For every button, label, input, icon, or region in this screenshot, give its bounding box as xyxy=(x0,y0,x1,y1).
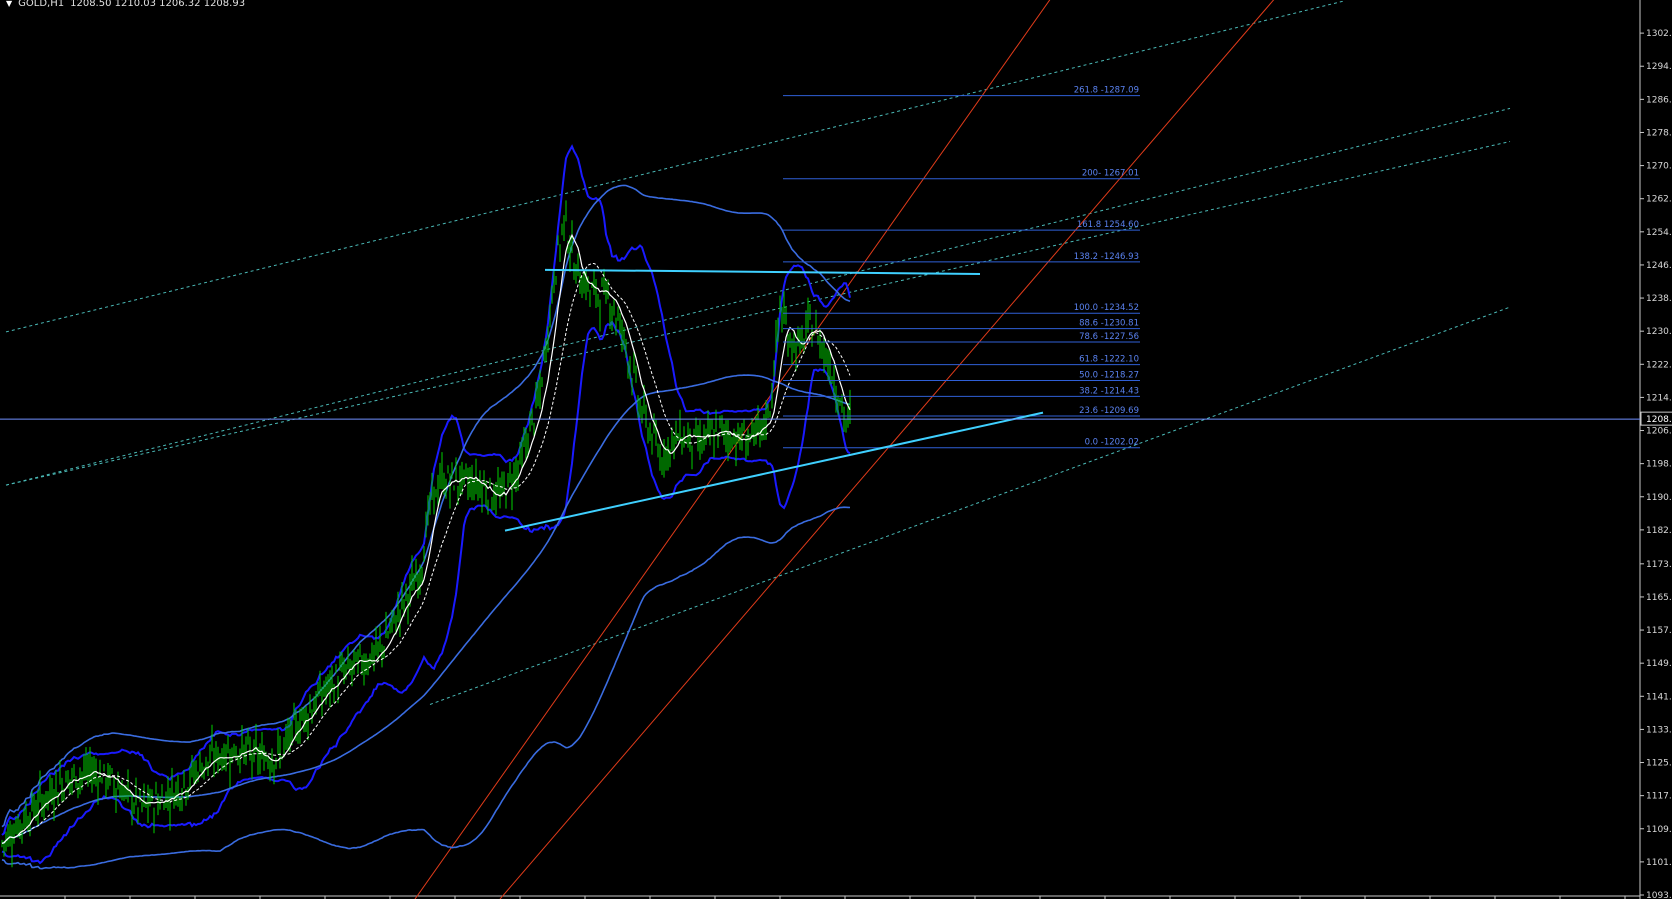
price-tick-label: 1190.18 xyxy=(1646,493,1672,503)
price-tick-label: 1182.18 xyxy=(1646,526,1672,536)
price-tick-label: 1294.18 xyxy=(1646,62,1672,72)
price-tick-label: 1149.98 xyxy=(1646,659,1672,669)
price-tick-label: 1254.18 xyxy=(1646,228,1672,238)
fib-level-label: 38.2 -1214.43 xyxy=(1079,386,1139,396)
price-tick-label: 1141.98 xyxy=(1646,692,1672,702)
price-tick-label: 1206.18 xyxy=(1646,427,1672,437)
fib-level-label: 138.2 -1246.93 xyxy=(1074,252,1139,262)
chart-header: ▼ GOLD,H1 1208.50 1210.03 1206.32 1208.9… xyxy=(6,0,245,9)
current-price-label: 1208.93 xyxy=(1646,415,1672,425)
fib-level-label: 50.0 -1218.27 xyxy=(1079,370,1139,380)
price-tick-label: 1157.98 xyxy=(1646,626,1672,636)
price-tick-label: 1230.18 xyxy=(1646,327,1672,337)
price-tick-label: 1125.98 xyxy=(1646,759,1672,769)
price-tick-label: 1133.98 xyxy=(1646,725,1672,735)
price-tick-label: 1270.18 xyxy=(1646,162,1672,172)
price-chart[interactable]: 261.8 -1287.09 200- 1267.01 161.8 1254.60 1… xyxy=(0,0,1672,899)
price-tick-label: 1238.18 xyxy=(1646,294,1672,304)
price-tick-label: 1109.98 xyxy=(1646,825,1672,835)
fib-level-label: 200- 1267.01 xyxy=(1082,169,1139,179)
price-tick-label: 1101.98 xyxy=(1646,858,1672,868)
fib-level-label: 23.6 -1209.69 xyxy=(1079,406,1139,416)
fib-level-label: 61.8 -1222.10 xyxy=(1079,355,1139,365)
fib-level-label: 0.0 -1202.02 xyxy=(1085,438,1139,448)
ohlc-readout: 1208.50 1210.03 1206.32 1208.93 xyxy=(70,0,246,9)
fib-level-label: 100.0 -1234.52 xyxy=(1074,303,1139,313)
price-tick-label: 1262.18 xyxy=(1646,195,1672,205)
fib-level-label: 261.8 -1287.09 xyxy=(1074,86,1139,96)
price-tick-label: 1278.18 xyxy=(1646,128,1672,138)
price-tick-label: 1173.98 xyxy=(1646,560,1672,570)
price-tick-label: 1302.18 xyxy=(1646,29,1672,39)
price-tick-label: 1222.18 xyxy=(1646,360,1672,370)
fib-level-label: 88.6 -1230.81 xyxy=(1079,319,1139,329)
price-tick-label: 1286.18 xyxy=(1646,95,1672,105)
fib-level-label: 78.6 -1227.56 xyxy=(1079,332,1139,342)
price-tick-label: 1117.98 xyxy=(1646,792,1672,802)
fib-level-label: 161.8 1254.60 xyxy=(1077,220,1139,230)
price-tick-label: 1214.18 xyxy=(1646,393,1672,403)
price-tick-label: 1165.98 xyxy=(1646,593,1672,603)
price-tick-label: 1198.18 xyxy=(1646,460,1672,470)
price-tick-label: 1246.18 xyxy=(1646,261,1672,271)
chart-menu-icon[interactable]: ▼ xyxy=(6,0,12,8)
symbol-label: GOLD,H1 xyxy=(18,0,65,9)
price-tick-label: 1093.98 xyxy=(1646,891,1672,899)
